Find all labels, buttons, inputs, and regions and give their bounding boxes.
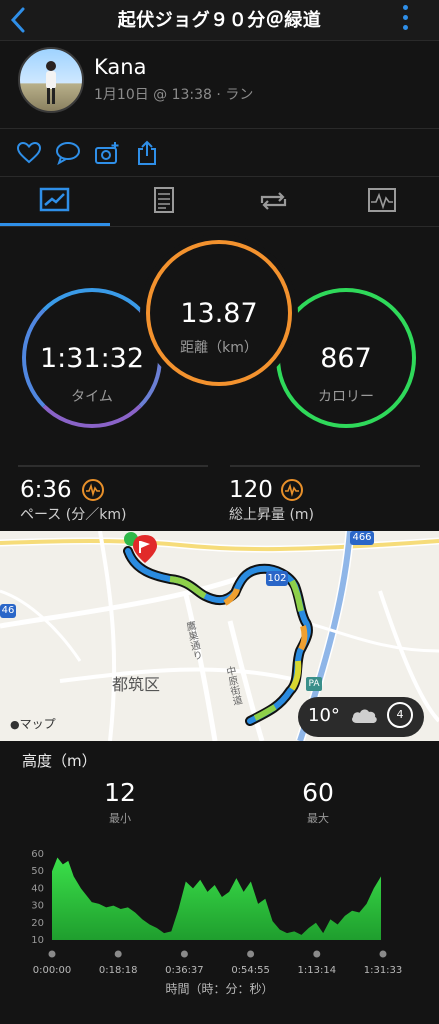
temperature: 10° [308,705,340,726]
x-tick-dot [379,950,387,958]
activity-meta: 1月10日 @ 13:38 · ラン [94,87,254,103]
distance-label: 距離（km） [180,340,258,356]
pace-chart-icon[interactable] [82,479,104,501]
elevation-title: 高度（m） [22,752,97,770]
heart-icon[interactable] [16,140,42,166]
tab-details[interactable] [137,183,192,219]
map-attribution: ●マップ [10,717,56,731]
x-tick-label: 1:13:14 [298,965,337,975]
elevation-max-value: 60 [302,778,334,807]
divider [0,128,439,129]
apple-logo-icon: ● [10,718,20,731]
elevation-chart: 60 50 40 30 20 10 0:00:00 0:18:18 0:36:37 0:54:55… [31,849,403,975]
add-photo-icon[interactable] [94,140,120,166]
distance-ring: 13.87 距離（km） [146,240,292,386]
divider [230,465,420,467]
ascent-value: 120 [229,477,273,503]
elevation-min-label: 最小 [109,812,131,825]
pace-label: ペース (分／km) [20,507,127,523]
route-shield-102: 102 [266,571,288,586]
ascent-label: 総上昇量 (m) [229,507,315,523]
calories-ring: 867 カロリー [276,288,416,428]
distance-value: 13.87 [180,298,258,329]
time-value: 1:31:32 [39,343,145,374]
tab-laps[interactable] [246,183,301,219]
parking-area-label: PA [306,677,322,691]
y-tick-label: 50 [31,866,44,877]
weather-badge[interactable]: 10° 4 [298,697,424,737]
x-tick-label: 1:31:33 [364,965,403,975]
more-menu-icon[interactable] [398,2,414,36]
elevation-min-value: 12 [104,778,136,807]
divider [18,465,208,467]
divider [0,40,439,41]
user-name[interactable]: Kana [94,55,146,79]
x-tick-dot [313,950,321,958]
divider [0,226,439,227]
ascent-chart-icon[interactable] [281,479,303,501]
x-tick-label: 0:54:55 [231,965,270,975]
route-shield-466: 466 [350,531,374,545]
x-tick-label: 0:00:00 [33,965,72,975]
tab-charts[interactable] [355,183,410,219]
calories-label: カロリー [318,389,374,405]
share-icon[interactable] [134,140,160,166]
calories-value: 867 [320,343,372,374]
district-label: 都筑区 [112,675,161,694]
y-tick-label: 30 [31,901,44,912]
x-tick-dot [48,950,56,958]
activity-title: 起伏ジョグ９０分＠緑道 [117,10,322,31]
time-ring: 1:31:32 タイム [22,288,162,428]
x-tick-label: 0:36:37 [165,965,204,975]
elevation-area [52,857,382,940]
x-tick-dot [180,950,188,958]
comment-icon[interactable] [55,140,81,166]
x-axis-label: 時間（時：分：秒） [165,982,274,996]
y-tick-label: 60 [31,849,44,860]
route-shield-46: 46 [0,604,16,618]
elevation-max-label: 最大 [307,812,329,825]
time-label: タイム [71,389,113,405]
divider [0,176,439,177]
top-bar: 起伏ジョグ９０分＠緑道 [0,0,439,40]
cloud-icon [349,705,379,731]
avatar[interactable] [18,47,84,113]
pace-value: 6:36 [20,477,72,503]
wind-speed-badge: 4 [387,702,413,728]
back-chevron-icon[interactable] [6,4,32,36]
x-tick-dot [114,950,122,958]
y-tick-label: 20 [31,918,44,929]
tab-summary[interactable] [28,183,83,219]
y-tick-label: 40 [31,883,44,894]
x-tick-label: 0:18:18 [99,965,138,975]
x-tick-dot [247,950,255,958]
y-tick-label: 10 [31,935,44,946]
